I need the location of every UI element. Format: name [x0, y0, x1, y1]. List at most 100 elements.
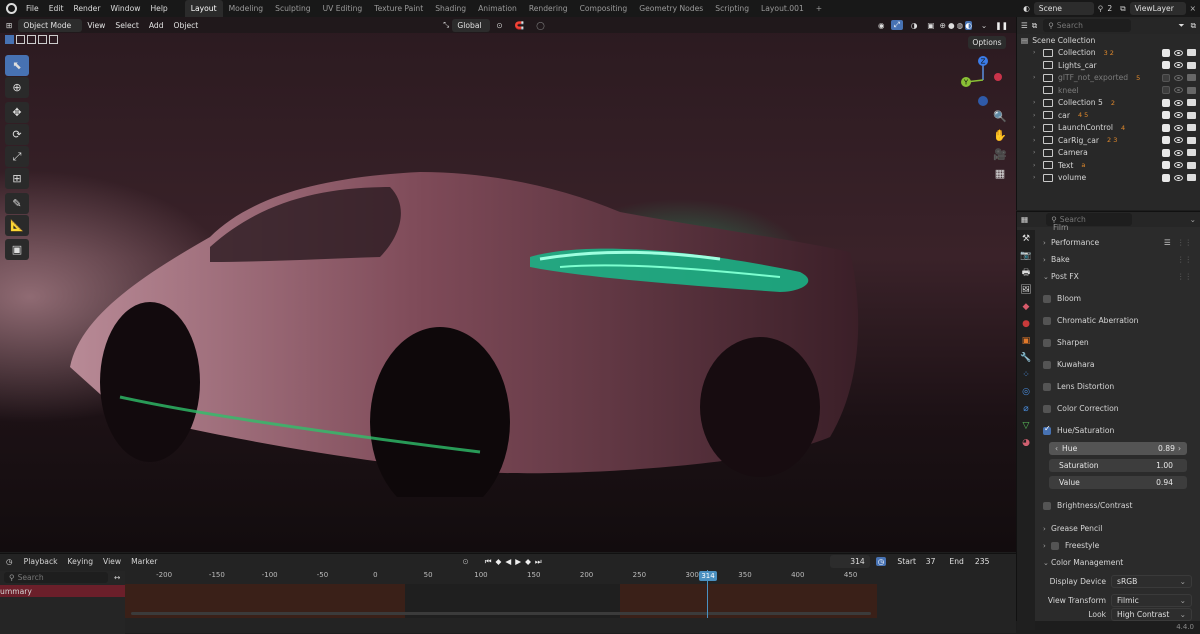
blender-logo-icon[interactable]: [6, 3, 17, 14]
exclude-checkbox[interactable]: [1162, 86, 1170, 94]
move-tool-icon[interactable]: ✥: [5, 102, 29, 123]
eye-icon[interactable]: [1174, 112, 1183, 118]
outliner-item[interactable]: ›Texta: [1017, 159, 1200, 172]
snap-icon[interactable]: 🧲: [515, 21, 524, 30]
outliner-item[interactable]: ›LaunchControl4: [1017, 122, 1200, 135]
expand-arrow-icon[interactable]: ›: [1033, 124, 1043, 131]
bake-panel[interactable]: ›Bake ⋮⋮: [1043, 251, 1192, 268]
shading-options-icon[interactable]: ⌄: [981, 21, 987, 30]
bloom-checkbox[interactable]: Bloom: [1043, 290, 1192, 307]
play-icon[interactable]: ▶: [515, 557, 521, 566]
playhead-label[interactable]: 314: [699, 571, 717, 581]
view-layer-tab-icon[interactable]: 🖼: [1017, 281, 1035, 298]
select-box-tool-icon[interactable]: ⬉: [5, 55, 29, 76]
tab-scripting[interactable]: Scripting: [709, 0, 755, 17]
prev-keyframe-icon[interactable]: ◆: [496, 557, 502, 566]
exclude-checkbox[interactable]: [1162, 49, 1170, 57]
exclude-checkbox[interactable]: [1162, 124, 1170, 132]
menu-select[interactable]: Select: [110, 21, 143, 30]
pivot-icon[interactable]: ⊙: [496, 21, 502, 30]
shading-solid-icon[interactable]: ●: [948, 21, 955, 30]
outliner-item[interactable]: ›Camera: [1017, 147, 1200, 160]
brightness-contrast-checkbox[interactable]: Brightness/Contrast: [1043, 497, 1192, 514]
chromatic-aberration-checkbox[interactable]: Chromatic Aberration: [1043, 312, 1192, 329]
grip-icon[interactable]: ⋮⋮: [1177, 238, 1192, 247]
render-camera-icon[interactable]: [1187, 74, 1196, 81]
post-fx-panel[interactable]: ⌄Post FX ⋮⋮: [1043, 268, 1192, 285]
outliner-item[interactable]: kneel: [1017, 84, 1200, 97]
grease-pencil-panel[interactable]: ›Grease Pencil: [1043, 520, 1192, 537]
render-camera-icon[interactable]: [1187, 62, 1196, 69]
outliner-root[interactable]: ▤ Scene Collection: [1017, 34, 1200, 47]
chromatic-check[interactable]: [1043, 317, 1051, 325]
add-workspace-button[interactable]: +: [810, 0, 828, 17]
summary-channel[interactable]: ummary: [0, 585, 125, 597]
scale-tool-icon[interactable]: ⤢: [5, 146, 29, 167]
timeline-scrollbar[interactable]: [131, 612, 871, 615]
layers-icon[interactable]: ⧉: [1120, 4, 1125, 14]
outliner-item[interactable]: ›CarRig_car2 3: [1017, 134, 1200, 147]
editor-type-icon[interactable]: ⊞: [6, 21, 12, 30]
3d-viewport[interactable]: ⊞ Object Mode View Select Add Object ⤡ G…: [0, 17, 1016, 552]
pan-hand-icon[interactable]: ✋: [990, 126, 1010, 144]
menu-file[interactable]: File: [21, 4, 44, 13]
camera-view-icon[interactable]: 🎥: [990, 145, 1010, 163]
material-tab-icon[interactable]: ◕: [1017, 434, 1035, 451]
outliner-search-input[interactable]: ⚲ Search: [1043, 19, 1131, 32]
outliner-item[interactable]: Lights_car: [1017, 59, 1200, 72]
play-reverse-icon[interactable]: ◀: [505, 557, 511, 566]
transform-orientation-icon[interactable]: ⤡: [443, 20, 449, 30]
select-subtract-icon[interactable]: [27, 35, 36, 44]
tab-modeling[interactable]: Modeling: [223, 0, 270, 17]
close-icon[interactable]: ×: [1190, 4, 1196, 13]
menu-timeline-view[interactable]: View: [98, 557, 126, 566]
start-frame-field[interactable]: Start37: [892, 555, 940, 568]
menu-edit[interactable]: Edit: [44, 4, 69, 13]
jump-start-icon[interactable]: ⏮: [485, 557, 492, 567]
sharpen-check[interactable]: [1043, 339, 1051, 347]
outliner-item[interactable]: ›Collection 52: [1017, 97, 1200, 110]
freestyle-check[interactable]: [1051, 542, 1059, 550]
eye-icon[interactable]: [1174, 137, 1183, 143]
render-camera-icon[interactable]: [1187, 112, 1196, 119]
expand-arrow-icon[interactable]: ›: [1033, 137, 1043, 144]
visibility-icon[interactable]: ◉: [878, 21, 885, 30]
render-camera-icon[interactable]: [1187, 137, 1196, 144]
rotate-tool-icon[interactable]: ⟳: [5, 124, 29, 145]
performance-panel[interactable]: ›Performance ☰⋮⋮: [1043, 234, 1192, 251]
tab-geometry-nodes[interactable]: Geometry Nodes: [633, 0, 709, 17]
exclude-checkbox[interactable]: [1162, 149, 1170, 157]
add-cube-tool-icon[interactable]: ▣: [5, 239, 29, 260]
brightness-check[interactable]: [1043, 502, 1051, 510]
overlay-toggle-icon[interactable]: ◑: [911, 21, 918, 30]
outliner-item[interactable]: ›car4 5: [1017, 109, 1200, 122]
menu-marker[interactable]: Marker: [126, 557, 162, 566]
constraints-tab-icon[interactable]: ⌀: [1017, 400, 1035, 417]
tab-animation[interactable]: Animation: [472, 0, 523, 17]
view-layer-selector[interactable]: ViewLayer: [1130, 2, 1186, 15]
menu-help[interactable]: Help: [145, 4, 172, 13]
eye-icon[interactable]: [1174, 50, 1183, 56]
kuwahara-check[interactable]: [1043, 361, 1051, 369]
current-frame-field[interactable]: 314: [830, 555, 870, 568]
saturation-field[interactable]: Saturation 1.00: [1049, 457, 1192, 474]
color-correction-checkbox[interactable]: Color Correction: [1043, 400, 1192, 417]
menu-window[interactable]: Window: [105, 4, 145, 13]
object-tab-icon[interactable]: ▣: [1017, 332, 1035, 349]
render-camera-icon[interactable]: [1187, 149, 1196, 156]
menu-playback[interactable]: Playback: [19, 557, 63, 566]
color-correction-check[interactable]: [1043, 405, 1051, 413]
select-intersect-icon[interactable]: [49, 35, 58, 44]
menu-view[interactable]: View: [82, 21, 110, 30]
expand-arrow-icon[interactable]: ›: [1033, 74, 1043, 81]
exclude-checkbox[interactable]: [1162, 136, 1170, 144]
hue-saturation-checkbox[interactable]: Hue/Saturation: [1043, 422, 1192, 439]
tab-layout[interactable]: Layout: [185, 0, 223, 17]
outliner-item[interactable]: ›volume: [1017, 172, 1200, 185]
channel-search-input[interactable]: ⚲Search: [4, 572, 108, 583]
hue-field[interactable]: ‹ Hue 0.89 ›: [1049, 440, 1192, 457]
render-camera-icon[interactable]: [1187, 124, 1196, 131]
new-collection-icon[interactable]: ⧉: [1191, 21, 1196, 31]
hue-saturation-check[interactable]: [1043, 427, 1051, 435]
freestyle-panel[interactable]: ›Freestyle: [1043, 537, 1192, 554]
